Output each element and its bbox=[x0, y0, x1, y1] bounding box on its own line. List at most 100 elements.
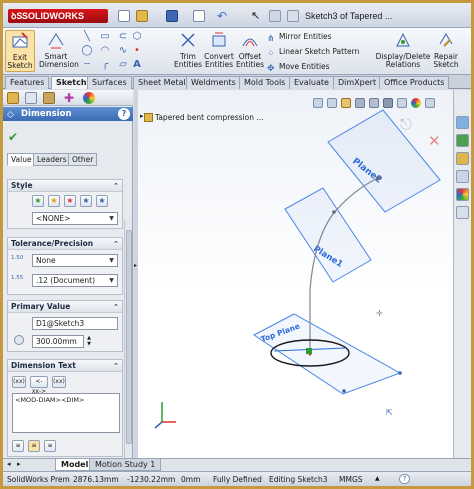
mirror-entities-button[interactable]: ⋔ Mirror Entities bbox=[267, 32, 332, 44]
load-style-icon[interactable]: ★ bbox=[96, 195, 108, 207]
subtab-leaders[interactable]: Leaders bbox=[33, 153, 71, 166]
move-entities-button[interactable]: ✥ Move Entities bbox=[267, 62, 330, 74]
units-dropdown-icon[interactable]: ▲ bbox=[375, 475, 380, 482]
align-right-icon[interactable]: ≡ bbox=[44, 440, 56, 452]
plane-icon[interactable]: ▱ bbox=[117, 60, 129, 70]
tab-scroll-right-icon[interactable]: ▸ bbox=[17, 460, 21, 468]
display-delete-relations-button[interactable]: Display/Delete Relations bbox=[375, 30, 431, 69]
center-dimension-button[interactable]: <-xx-> bbox=[30, 376, 48, 395]
status-help-icon[interactable]: ? bbox=[399, 474, 410, 484]
apply-default-style-icon[interactable]: ★ bbox=[32, 195, 44, 207]
tab-dimxpert[interactable]: DimXpert bbox=[333, 76, 382, 89]
tab-scroll-left-icon[interactable]: ◂ bbox=[7, 460, 11, 468]
centerline-icon[interactable]: ┄ bbox=[81, 60, 93, 70]
fillet-icon[interactable]: ╭ bbox=[99, 60, 111, 70]
dimension-name-field[interactable]: D1@Sketch3 bbox=[32, 317, 118, 330]
exit-sketch-button[interactable]: Exit Sketch bbox=[5, 30, 35, 72]
primary-value-group: Primary Value ⌃ D1@Sketch3 300.00mm ▲ ▼ bbox=[7, 300, 123, 352]
arc-icon[interactable]: ◠ bbox=[99, 46, 111, 56]
linear-sketch-pattern-button[interactable]: ⁘ Linear Sketch Pattern bbox=[267, 47, 359, 59]
rebuild-icon[interactable] bbox=[269, 10, 281, 22]
tab-mold-tools[interactable]: Mold Tools bbox=[239, 76, 291, 89]
select-arrow-icon[interactable]: ↖ bbox=[251, 10, 263, 22]
solidworks-resources-icon[interactable] bbox=[456, 116, 469, 129]
inspection-dimension-button[interactable]: (xx) bbox=[52, 376, 66, 388]
subtab-value[interactable]: Value bbox=[7, 153, 36, 166]
tab-motion-study-1[interactable]: Motion Study 1 bbox=[89, 459, 162, 471]
tolerance-type-select[interactable]: None ▼ bbox=[32, 254, 118, 267]
rectangle-icon[interactable]: ▭ bbox=[99, 32, 111, 42]
property-manager-scrollbar[interactable] bbox=[124, 220, 132, 458]
help-icon[interactable]: ? bbox=[118, 108, 130, 120]
scrollbar-thumb[interactable] bbox=[126, 230, 132, 444]
view-palette-icon[interactable] bbox=[456, 170, 469, 183]
plane2[interactable] bbox=[327, 109, 441, 213]
tab-sheet-metal[interactable]: Sheet Metal bbox=[133, 76, 191, 89]
feature-manager-icon[interactable] bbox=[7, 92, 19, 104]
tab-sketch[interactable]: Sketch bbox=[51, 76, 92, 89]
open-folder-icon[interactable] bbox=[136, 10, 148, 22]
path-endpoint[interactable] bbox=[376, 176, 380, 180]
line-icon[interactable]: ╲ bbox=[81, 32, 93, 42]
display-manager-icon[interactable] bbox=[83, 92, 95, 104]
smart-dimension-button[interactable]: Smart Dimension bbox=[39, 30, 79, 69]
add-style-icon[interactable]: ★ bbox=[48, 195, 60, 207]
options-icon[interactable] bbox=[287, 10, 299, 22]
tab-features[interactable]: Features bbox=[5, 76, 50, 89]
point-icon[interactable]: • bbox=[131, 46, 143, 56]
circle-icon[interactable]: ◯ bbox=[81, 46, 93, 56]
tab-surfaces[interactable]: Surfaces bbox=[87, 76, 132, 89]
offset-entities-button[interactable]: Offset Entities bbox=[236, 30, 264, 69]
graphics-area[interactable]: ▸ Tapered bent compression ... ⎋ ✕ Plane… bbox=[138, 90, 453, 458]
custom-properties-icon[interactable] bbox=[456, 206, 469, 219]
precision-select[interactable]: .12 (Document) ▼ bbox=[32, 274, 118, 287]
tab-office-products[interactable]: Office Products bbox=[379, 76, 450, 89]
plane1[interactable] bbox=[284, 187, 372, 283]
repair-sketch-button[interactable]: Repair Sketch bbox=[431, 30, 461, 69]
appearances-icon[interactable] bbox=[456, 188, 469, 201]
dimxpert-manager-icon[interactable]: ✚ bbox=[63, 92, 75, 104]
property-manager-icon[interactable] bbox=[25, 92, 37, 104]
undo-icon[interactable]: ↶ bbox=[217, 10, 229, 22]
print-icon[interactable] bbox=[193, 10, 205, 22]
parentheses-button[interactable]: (xx) bbox=[12, 376, 26, 388]
style-group-title[interactable]: Style ⌃ bbox=[8, 180, 122, 192]
delete-style-icon[interactable]: ★ bbox=[64, 195, 76, 207]
sketch-geometry[interactable]: Plane2 Plane1 Top Plane ✛ ⇱ bbox=[138, 90, 453, 458]
file-explorer-icon[interactable] bbox=[456, 152, 469, 165]
value-spinner[interactable]: ▲ ▼ bbox=[85, 335, 93, 348]
align-center-icon[interactable]: ≡ bbox=[28, 440, 40, 452]
save-style-icon[interactable]: ★ bbox=[80, 195, 92, 207]
solidworks-logo[interactable]: ꝺS SOLIDWORKS bbox=[8, 9, 108, 23]
tab-evaluate[interactable]: Evaluate bbox=[289, 76, 334, 89]
align-left-icon[interactable]: ≡ bbox=[12, 440, 24, 452]
design-library-icon[interactable] bbox=[456, 134, 469, 147]
top-plane[interactable] bbox=[253, 313, 402, 395]
primary-value-group-title[interactable]: Primary Value ⌃ bbox=[8, 301, 122, 313]
save-icon[interactable] bbox=[166, 10, 178, 22]
mirror-icon: ⋔ bbox=[267, 34, 275, 44]
dimension-text-area[interactable]: <MOD-DIAM><DIM> bbox=[12, 393, 120, 433]
text-icon[interactable]: A bbox=[131, 60, 143, 70]
path-midpoint[interactable] bbox=[332, 210, 336, 214]
coincident-relation-icon[interactable] bbox=[306, 348, 312, 354]
tolerance-group-title[interactable]: Tolerance/Precision ⌃ bbox=[8, 238, 122, 250]
subtab-other[interactable]: Other bbox=[68, 153, 98, 166]
dimension-text-group-title[interactable]: Dimension Text ⌃ bbox=[8, 360, 122, 372]
polygon-icon[interactable]: ⬡ bbox=[131, 32, 143, 42]
dimension-value-field[interactable]: 300.00mm bbox=[32, 335, 84, 348]
slot-icon[interactable]: ⊂ bbox=[117, 32, 129, 42]
status-units[interactable]: MMGS bbox=[339, 475, 363, 484]
tab-weldments[interactable]: Weldments bbox=[186, 76, 241, 89]
new-document-icon[interactable] bbox=[118, 10, 130, 22]
style-select[interactable]: <NONE> ▼ bbox=[32, 212, 118, 225]
ok-check-icon[interactable]: ✔ bbox=[8, 130, 18, 144]
trim-entities-button[interactable]: Trim Entities bbox=[173, 30, 203, 69]
convert-entities-button[interactable]: Convert Entities bbox=[203, 30, 235, 69]
configuration-manager-icon[interactable] bbox=[43, 92, 55, 104]
status-product: SolidWorks Prem bbox=[7, 475, 70, 484]
spline-icon[interactable]: ∿ bbox=[117, 46, 129, 56]
property-manager-panel: ✚ ◇ Dimension ? ✔ Value Leaders Other St… bbox=[3, 90, 133, 458]
document-title: Sketch3 of Tapered ... bbox=[305, 11, 393, 21]
bottom-tabs-bar: ◂ ▸ Model Motion Study 1 bbox=[3, 458, 471, 471]
